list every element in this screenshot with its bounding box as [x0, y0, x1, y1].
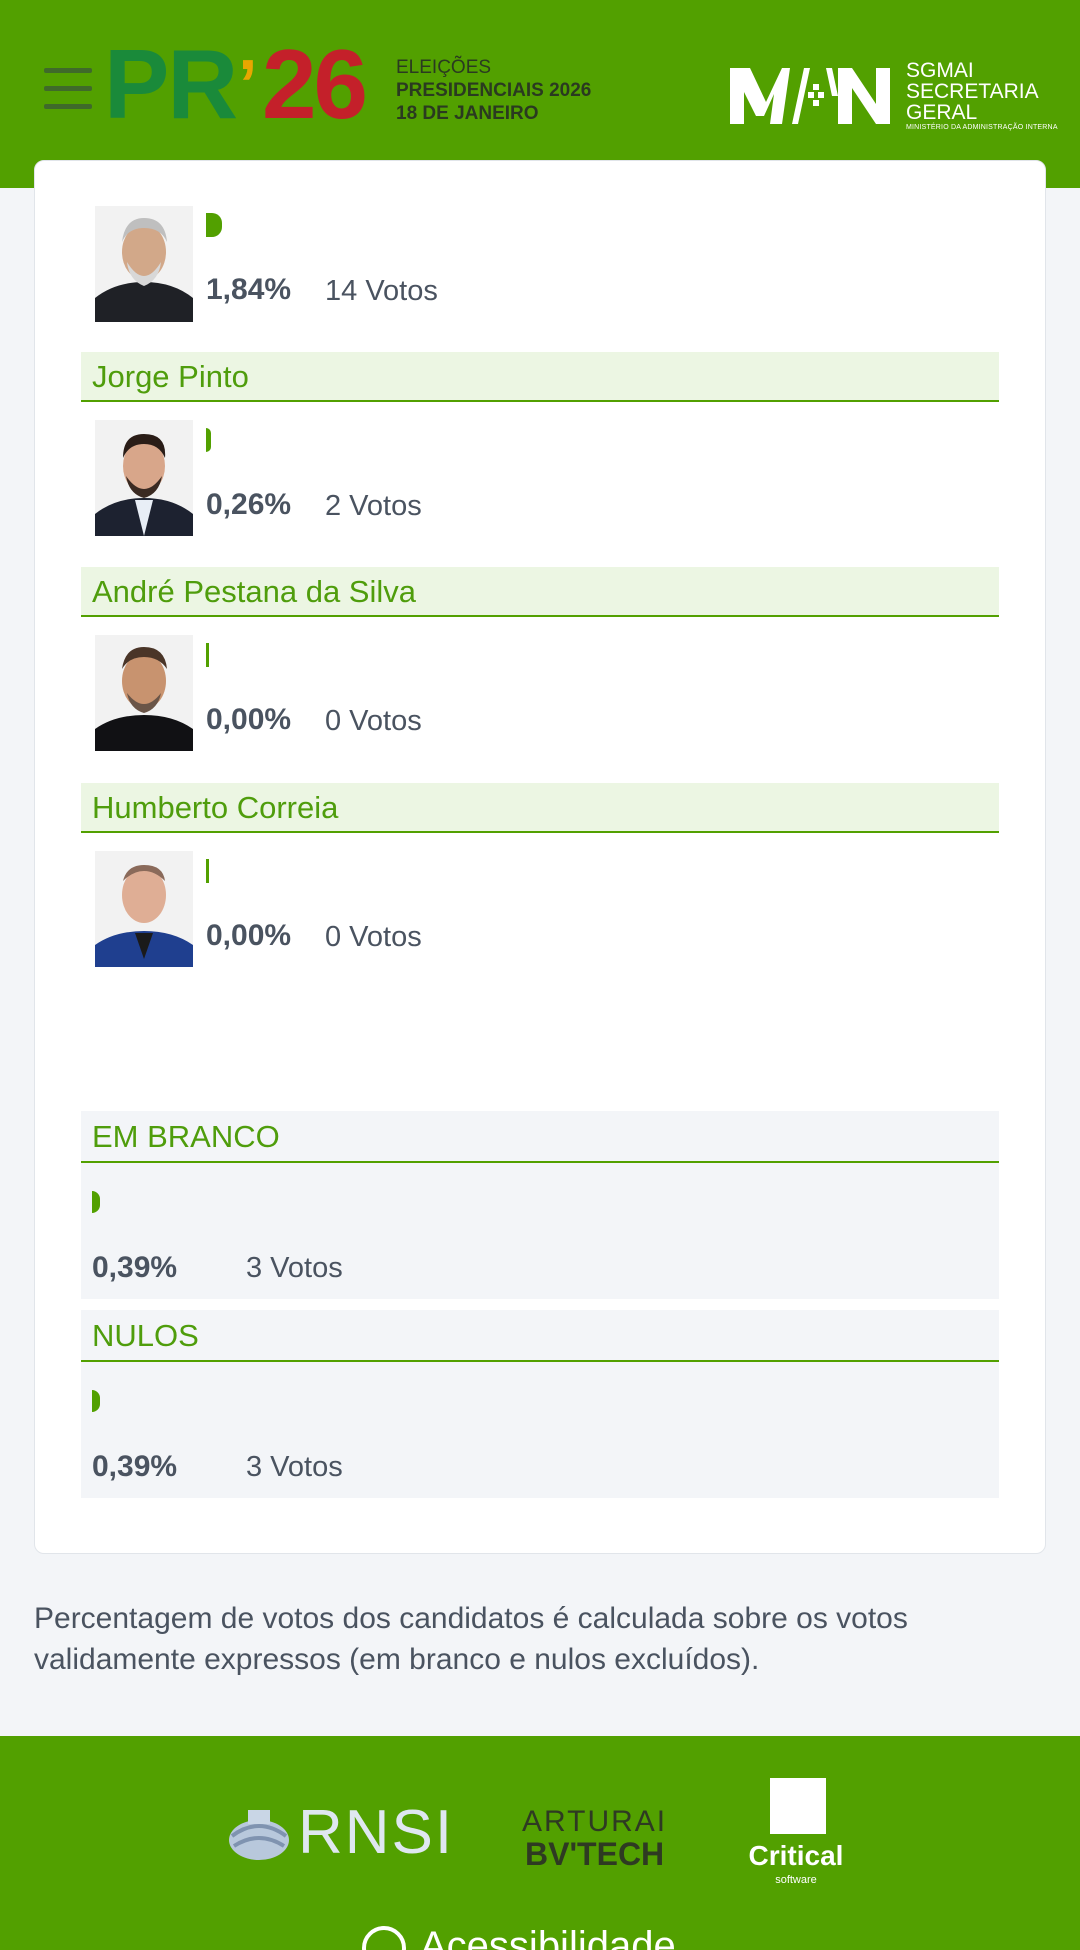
- candidate-header: André Pestana da Silva: [81, 567, 999, 617]
- mai-logo-icon: [730, 68, 890, 124]
- election-title: ELEIÇÕES PRESIDENCIAIS 2026 18 DE JANEIR…: [396, 57, 592, 124]
- candidate-name: André Pestana da Silva: [92, 574, 416, 609]
- rnsi-logo[interactable]: RNSI: [226, 1800, 456, 1872]
- percentage-note: Percentagem de votos dos candidatos é ca…: [34, 1602, 908, 1676]
- accessibility-icon: [362, 1926, 406, 1950]
- candidate-votes: 14 Votos: [325, 275, 438, 307]
- candidate-photo: [95, 420, 193, 536]
- null-votes-header: NULOS: [81, 1310, 999, 1362]
- footer: RNSI ARTURAI BV'TECH Critical software A…: [0, 1736, 1080, 1950]
- accessibility-link[interactable]: Acessibilidade: [362, 1924, 676, 1950]
- candidate-name: Jorge Pinto: [92, 359, 249, 394]
- vote-bar: [206, 213, 222, 237]
- candidate-votes: 0 Votos: [325, 705, 422, 737]
- blank-votes-header: EM BRANCO: [81, 1111, 999, 1163]
- vote-bar: [206, 859, 209, 883]
- logo-pr: PR’: [104, 29, 258, 139]
- candidate-header: Jorge Pinto: [81, 352, 999, 402]
- blank-votes-percent: 0,39%: [92, 1251, 178, 1284]
- arturai-logo[interactable]: ARTURAI BV'TECH: [522, 1806, 667, 1871]
- vote-bar: [206, 428, 211, 452]
- null-votes-percent: 0,39%: [92, 1450, 178, 1483]
- candidate-name: Humberto Correia: [92, 790, 339, 825]
- candidate-percent: 0,00%: [206, 703, 292, 736]
- results-card: 1,84% 14 Votos Jorge Pinto 0,26% 2 Votos…: [34, 160, 1046, 1554]
- candidate-votes: 0 Votos: [325, 921, 422, 953]
- candidate-percent: 0,00%: [206, 919, 292, 952]
- sgmai-logo-text: SGMAI SECRETARIA GERAL MINISTÉRIO DA ADM…: [906, 59, 1058, 131]
- null-votes-label: NULOS: [92, 1318, 199, 1353]
- candidate-percent: 0,26%: [206, 488, 292, 521]
- candidate-photo: [95, 851, 193, 967]
- null-votes-count: 3 Votos: [246, 1451, 343, 1483]
- blank-votes-label: EM BRANCO: [92, 1119, 280, 1154]
- candidate-photo: [95, 206, 193, 322]
- blank-votes-section: EM BRANCO 0,39% 3 Votos: [81, 1111, 999, 1299]
- menu-icon[interactable]: [44, 68, 92, 110]
- vote-bar: [92, 1390, 100, 1412]
- rnsi-globe-icon: [229, 1810, 289, 1860]
- vote-bar: [206, 643, 209, 667]
- vote-bar: [92, 1191, 100, 1213]
- blank-votes-count: 3 Votos: [246, 1252, 343, 1284]
- logo-26: 26: [262, 29, 368, 139]
- critical-logo-icon: [770, 1778, 826, 1834]
- null-votes-section: NULOS 0,39% 3 Votos: [81, 1310, 999, 1498]
- critical-software-logo[interactable]: Critical software: [740, 1778, 860, 1898]
- candidate-percent: 1,84%: [206, 273, 292, 306]
- candidate-votes: 2 Votos: [325, 490, 422, 522]
- candidate-photo: [95, 635, 193, 751]
- candidate-header: Humberto Correia: [81, 783, 999, 833]
